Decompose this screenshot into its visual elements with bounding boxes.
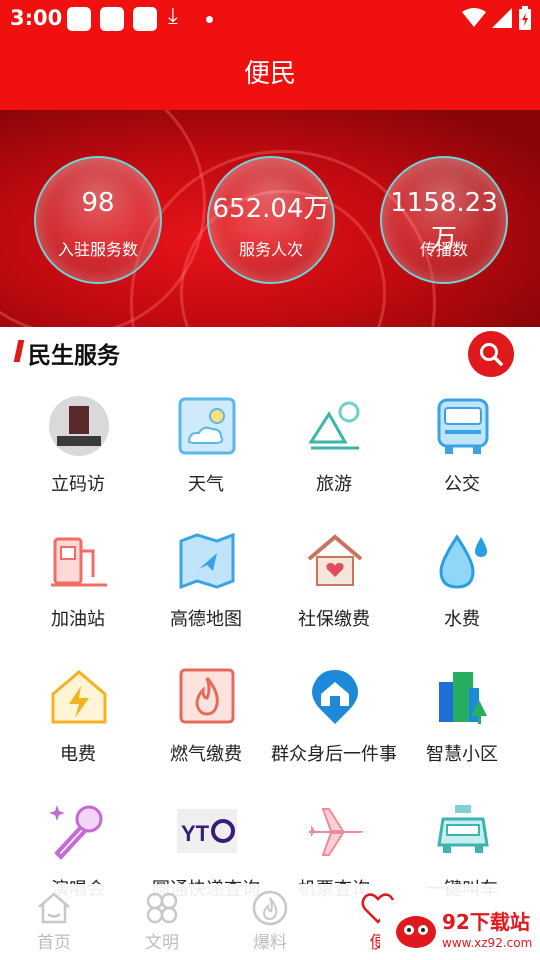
- notification-icon: [100, 7, 124, 31]
- tab-label: 爆料: [253, 933, 287, 953]
- stat-value: 98: [81, 188, 115, 218]
- house-heart-icon: [307, 534, 363, 586]
- fire-icon: [252, 890, 288, 926]
- tab-label: 文明: [145, 933, 179, 953]
- notification-icon: [67, 7, 91, 31]
- electricity-icon: [51, 670, 107, 724]
- service-social-security[interactable]: 社保缴费: [269, 531, 399, 651]
- tab-home[interactable]: 首页: [0, 884, 108, 960]
- service-amap[interactable]: 高德地图: [141, 531, 271, 651]
- gas-station-icon: [51, 537, 107, 587]
- stat-label: 传播数: [419, 240, 468, 259]
- svg-text:YT: YT: [181, 821, 210, 846]
- bus-icon: [437, 398, 489, 454]
- service-label: 电费: [60, 744, 96, 765]
- service-travel[interactable]: 旅游: [269, 396, 399, 516]
- wifi-icon: [462, 8, 486, 27]
- notification-icon: [133, 7, 157, 31]
- tab-tip-off[interactable]: 爆料: [216, 884, 324, 960]
- home-icon: [38, 892, 70, 924]
- buildings-icon: [439, 672, 487, 724]
- status-time: 3:00: [10, 6, 63, 30]
- flame-icon: [179, 668, 235, 724]
- search-button[interactable]: [468, 331, 514, 377]
- stat-label: 服务人次: [238, 240, 303, 259]
- service-label: 水费: [444, 609, 480, 630]
- service-label: 天气: [188, 474, 224, 495]
- service-weather[interactable]: 天气: [141, 396, 271, 516]
- stat-bubble-reach: 1158.23万 传播数: [380, 156, 508, 284]
- watermark: 92下载站 www.xz92.com: [380, 900, 540, 960]
- stat-value: 652.04万: [212, 194, 330, 224]
- battery-icon: [519, 6, 531, 30]
- service-label: 群众身后一件事: [271, 744, 397, 765]
- status-bar: 3:00 ⤓: [0, 0, 540, 38]
- tab-civilization[interactable]: 文明: [108, 884, 216, 960]
- yto-logo-icon: YT: [177, 809, 237, 853]
- service-label: 社保缴费: [298, 609, 370, 630]
- service-gas-station[interactable]: 加油站: [13, 531, 143, 651]
- service-label: 智慧小区: [426, 744, 498, 765]
- weather-icon: [178, 397, 236, 455]
- watermark-site: 92下载站: [442, 910, 530, 934]
- search-icon: [480, 343, 503, 366]
- airplane-icon: [309, 808, 363, 856]
- page-title: 便民: [243, 59, 296, 89]
- service-label: 旅游: [316, 474, 352, 495]
- service-label: 高德地图: [170, 609, 242, 630]
- title-bar: 便民: [0, 38, 540, 110]
- location-house-icon: [312, 670, 358, 724]
- service-gas-bill[interactable]: 燃气缴费: [141, 666, 271, 786]
- service-bus[interactable]: 公交: [397, 396, 527, 516]
- section-accent-bar: [13, 340, 25, 362]
- service-smart-community[interactable]: 智慧小区: [397, 666, 527, 786]
- service-label: 加油站: [51, 609, 105, 630]
- travel-icon: [308, 401, 360, 450]
- service-electricity-bill[interactable]: 电费: [13, 666, 143, 786]
- microphone-icon: [49, 805, 103, 860]
- lima-visit-logo-icon: [49, 396, 109, 456]
- stat-bubble-visits: 652.04万 服务人次: [207, 156, 335, 284]
- service-label: 公交: [444, 474, 480, 495]
- map-icon: [179, 532, 235, 590]
- watermark-logo-icon: [396, 916, 436, 948]
- watermark-url: www.xz92.com: [442, 936, 533, 950]
- service-lima-visit[interactable]: 立码访: [13, 396, 143, 516]
- water-drop-icon: [439, 534, 487, 589]
- service-label: 立码访: [51, 474, 105, 495]
- section-title: 民生服务: [28, 343, 120, 369]
- stat-bubble-services: 98 入驻服务数: [34, 156, 162, 284]
- signal-icon: [492, 8, 512, 28]
- download-icon: ⤓: [168, 4, 178, 29]
- stat-label: 入驻服务数: [57, 240, 138, 259]
- taxi-icon: [437, 805, 489, 853]
- service-posthumous-affairs[interactable]: 群众身后一件事: [269, 666, 399, 786]
- service-label: 燃气缴费: [170, 744, 242, 765]
- clover-icon: [146, 892, 178, 924]
- service-water-bill[interactable]: 水费: [397, 531, 527, 651]
- tab-label: 首页: [37, 933, 71, 953]
- more-notifications-icon: [206, 16, 213, 23]
